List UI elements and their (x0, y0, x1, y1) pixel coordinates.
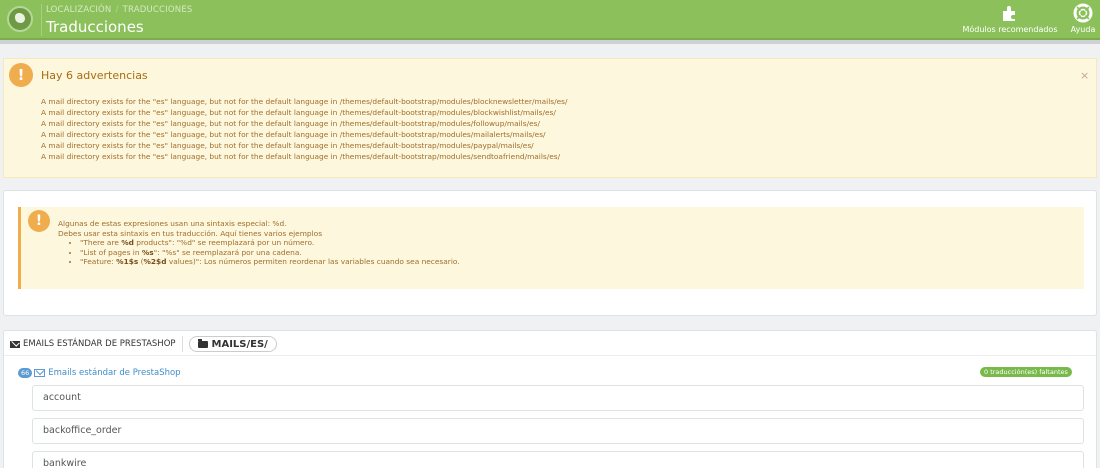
warnings-title: Hay 6 advertencias (41, 69, 148, 82)
header-divider (41, 4, 42, 36)
folder-icon (197, 338, 208, 348)
exclamation-icon: ! (28, 210, 50, 232)
warning-item: A mail directory exists for the "es" lan… (41, 97, 568, 106)
email-group-title[interactable]: Emails estándar de PrestaShop (48, 368, 180, 378)
email-template-item[interactable]: backoffice_order (32, 418, 1084, 444)
warnings-alert: ! Hay 6 advertencias × A mail directory … (3, 58, 1097, 178)
mail-path-badge: MAILS/ES/ (188, 336, 277, 352)
puzzle-icon (958, 3, 1062, 23)
globe-icon (7, 6, 33, 32)
page-header: LOCALIZACIÓN / TRADUCCIONES Traducciones M… (0, 0, 1100, 38)
emails-panel: EMAILS ESTÁNDAR DE PRESTASHOP MAILS/ES/ … (3, 330, 1097, 468)
example-item: "List of pages in %s": "%s" se reemplaza… (80, 248, 460, 258)
recommended-modules-label: Módulos recomendados (962, 25, 1058, 34)
help-label: Ayuda (1070, 25, 1096, 34)
info-line: Debes usar esta sintaxis en tus traducci… (58, 228, 323, 238)
mail-path: MAILS/ES/ (211, 338, 268, 350)
heading-divider (181, 336, 183, 352)
warning-item: A mail directory exists for the "es" lan… (41, 129, 546, 139)
close-alert-button[interactable]: × (1080, 69, 1089, 82)
breadcrumb-item-localization[interactable]: LOCALIZACIÓN (46, 5, 112, 15)
lifebuoy-icon (1066, 3, 1100, 23)
warnings-list: A mail directory exists for the "es" lan… (41, 97, 568, 162)
syntax-info-alert: ! Algunas de estas expresiones usan una … (18, 207, 1084, 289)
breadcrumb-separator: / (115, 5, 119, 15)
help-button[interactable]: Ayuda (1066, 3, 1100, 34)
syntax-info-panel: ! Algunas de estas expresiones usan una … (3, 190, 1097, 316)
missing-translations-badge: 0 traducción(es) faltantes (980, 367, 1072, 377)
exclamation-icon: ! (9, 63, 33, 87)
syntax-info-text: Algunas de estas expresiones usan una si… (58, 219, 460, 267)
header-divider-line (0, 38, 1100, 44)
envelope-icon (34, 369, 46, 377)
email-template-item[interactable]: account (32, 385, 1084, 411)
warning-item: A mail directory exists for the "es" lan… (41, 151, 561, 161)
breadcrumb: LOCALIZACIÓN / TRADUCCIONES (46, 5, 193, 15)
examples-list: "There are %d products": "%d" se reempla… (80, 238, 460, 267)
info-line: Algunas de estas expresiones usan una si… (58, 219, 287, 228)
warning-item: A mail directory exists for the "es" lan… (41, 107, 556, 117)
emails-panel-heading: EMAILS ESTÁNDAR DE PRESTASHOP MAILS/ES/ (10, 335, 277, 353)
email-template-item[interactable]: bankwire (32, 451, 1084, 468)
emails-section-label: EMAILS ESTÁNDAR DE PRESTASHOP (23, 339, 176, 349)
example-item: "There are %d products": "%d" se reempla… (80, 238, 460, 248)
email-group-toggle[interactable]: 66 Emails estándar de PrestaShop (18, 367, 181, 379)
example-item: "Feature: %1$s (%2$d values)": Los númer… (80, 257, 460, 267)
recommended-modules-button[interactable]: Módulos recomendados (958, 3, 1062, 34)
warning-item: A mail directory exists for the "es" lan… (41, 140, 534, 150)
email-count-badge: 66 (18, 368, 33, 378)
warning-item: A mail directory exists for the "es" lan… (41, 118, 540, 128)
envelope-icon (10, 340, 20, 348)
heading-rule (4, 355, 1096, 356)
page-title: Traducciones (46, 18, 144, 36)
breadcrumb-item-translations[interactable]: TRADUCCIONES (123, 5, 193, 15)
